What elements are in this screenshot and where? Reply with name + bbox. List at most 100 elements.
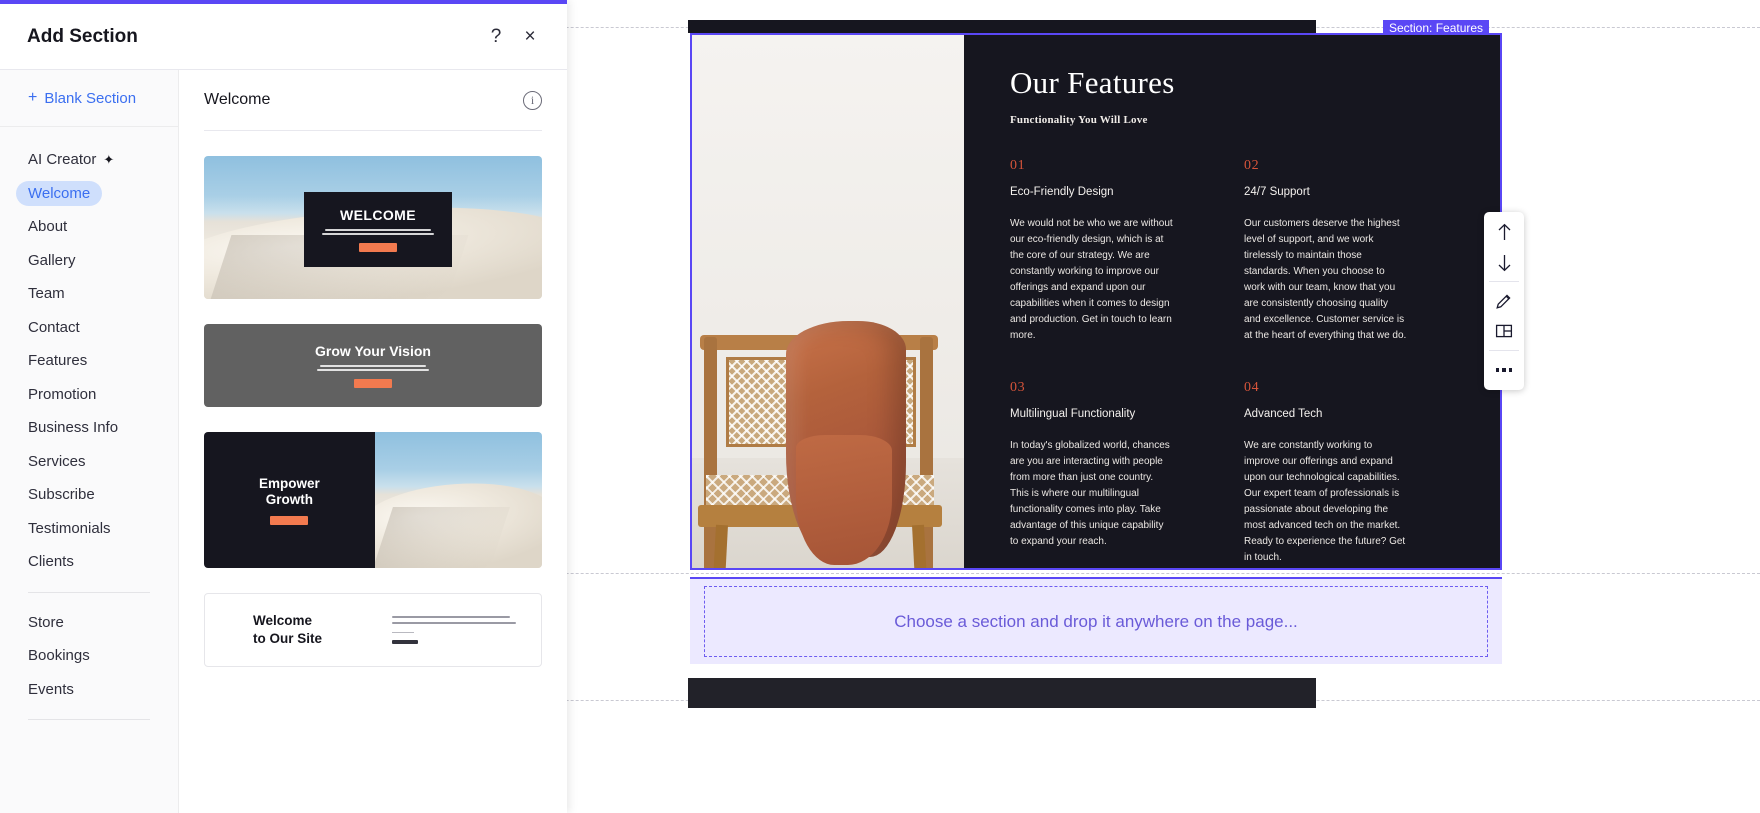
template-overlay-card: Welcome to Our Site (205, 594, 541, 666)
panel-sidebar: + Blank Section AI Creator ✦ Welcome Abo… (0, 70, 179, 813)
template-category-title: Welcome (204, 91, 523, 109)
template-body-placeholder (322, 229, 434, 236)
sidebar-item-label: Clients (28, 553, 74, 570)
feature-item: 04 Advanced Tech We are constantly worki… (1244, 380, 1454, 566)
sidebar-item-label: AI Creator (28, 151, 96, 168)
feature-body: In today's globalized world, chances are… (1010, 438, 1173, 550)
sidebar-item-label: Team (28, 285, 65, 302)
template-cta-button (392, 640, 418, 644)
list-item[interactable]: Welcome to Our Site (204, 593, 542, 667)
feature-body: Our customers deserve the highest level … (1244, 216, 1407, 344)
sparkle-icon: ✦ (103, 152, 114, 168)
feature-body: We would not be who we are without our e… (1010, 216, 1173, 344)
add-section-panel: Add Section ? × + Blank Section AI Creat… (0, 0, 567, 813)
template-heading-line1: Welcome (253, 613, 312, 628)
layout-icon[interactable] (1485, 316, 1523, 346)
app-root: Section: Features Our Features Functiona… (0, 0, 1760, 813)
template-body-placeholder (392, 616, 516, 645)
help-icon[interactable]: ? (479, 20, 513, 54)
sidebar-item-label: Gallery (28, 252, 76, 269)
feature-body: We are constantly working to improve our… (1244, 438, 1407, 566)
sidebar-item-label: Events (28, 681, 74, 698)
site-header-bar (688, 20, 1316, 33)
list-item[interactable]: Empower Growth (204, 432, 542, 568)
dune-shadow (375, 507, 510, 568)
sidebar-divider (28, 592, 150, 593)
list-item[interactable]: Grow Your Vision (204, 324, 542, 407)
sidebar-item-label: Business Info (28, 419, 118, 436)
sidebar-item-about[interactable]: About (0, 210, 178, 244)
template-cta-button (270, 516, 308, 525)
features-section[interactable]: Our Features Functionality You Will Love… (690, 33, 1502, 570)
sidebar-list: AI Creator ✦ Welcome About Gallery Team (0, 127, 178, 813)
sidebar-item-promotion[interactable]: Promotion (0, 378, 178, 412)
sidebar-item-label: Bookings (28, 647, 90, 664)
sidebar-item-events[interactable]: Events (0, 673, 178, 707)
sidebar-item-label: Services (28, 453, 86, 470)
template-list: Welcome i WELCOME (179, 70, 567, 813)
feature-number: 02 (1244, 158, 1454, 174)
dune-photo (375, 432, 542, 568)
info-icon[interactable]: i (523, 91, 542, 110)
blank-section-button[interactable]: + Blank Section (0, 70, 178, 127)
site-footer-bar (688, 678, 1316, 708)
template-heading-line2: Growth (266, 492, 313, 507)
template-body-placeholder (317, 365, 429, 372)
dropzone-label: Choose a section and drop it anywhere on… (894, 612, 1298, 632)
sidebar-item-gallery[interactable]: Gallery (0, 244, 178, 278)
sidebar-item-label: Subscribe (28, 486, 95, 503)
blank-section-label: Blank Section (44, 90, 136, 107)
sidebar-item-features[interactable]: Features (0, 344, 178, 378)
panel-title: Add Section (27, 26, 479, 48)
template-heading-line2: to Our Site (253, 631, 322, 646)
sidebar-item-welcome[interactable]: Welcome (0, 177, 178, 211)
feature-heading: Advanced Tech (1244, 408, 1454, 420)
panel-header: Add Section ? × (0, 4, 567, 70)
feature-item: 02 24/7 Support Our customers deserve th… (1244, 158, 1454, 344)
list-item[interactable]: WELCOME (204, 156, 542, 299)
sidebar-item-ai-creator[interactable]: AI Creator ✦ (0, 143, 178, 177)
sidebar-item-label: Store (28, 614, 64, 631)
feature-heading: Eco-Friendly Design (1010, 186, 1220, 198)
feature-number: 03 (1010, 380, 1220, 396)
feature-item: 03 Multilingual Functionality In today's… (1010, 380, 1220, 566)
feature-heading: 24/7 Support (1244, 186, 1454, 198)
toolbar-divider (1489, 350, 1519, 351)
feature-grid: 01 Eco-Friendly Design We would not be w… (1010, 158, 1454, 566)
edit-pencil-icon[interactable] (1485, 286, 1523, 316)
sidebar-item-label: Testimonials (28, 520, 111, 537)
sidebar-item-label: Contact (28, 319, 80, 336)
page-title: Our Features (1010, 65, 1454, 101)
sidebar-item-team[interactable]: Team (0, 277, 178, 311)
section-floating-toolbar (1484, 212, 1524, 390)
sidebar-item-subscribe[interactable]: Subscribe (0, 478, 178, 512)
sidebar-item-services[interactable]: Services (0, 445, 178, 479)
sidebar-item-label: About (28, 218, 67, 235)
feature-item: 01 Eco-Friendly Design We would not be w… (1010, 158, 1220, 344)
sidebar-divider (28, 719, 150, 720)
feature-number: 04 (1244, 380, 1454, 396)
section-dropzone[interactable]: Choose a section and drop it anywhere on… (690, 577, 1502, 664)
page-subtitle: Functionality You Will Love (1010, 114, 1454, 126)
sidebar-item-label: Welcome (16, 181, 102, 206)
feature-heading: Multilingual Functionality (1010, 408, 1220, 420)
move-down-icon[interactable] (1485, 247, 1523, 277)
template-overlay-card: WELCOME (304, 192, 452, 267)
template-heading: Empower Growth (259, 476, 320, 508)
template-heading: Welcome to Our Site (253, 612, 322, 648)
close-icon[interactable]: × (513, 20, 547, 54)
sidebar-item-testimonials[interactable]: Testimonials (0, 512, 178, 546)
sidebar-item-business-info[interactable]: Business Info (0, 411, 178, 445)
sidebar-item-bookings[interactable]: Bookings (0, 639, 178, 673)
template-overlay-card: Empower Growth (204, 432, 375, 568)
sidebar-item-clients[interactable]: Clients (0, 545, 178, 579)
panel-body: + Blank Section AI Creator ✦ Welcome Abo… (0, 70, 567, 813)
template-heading: Grow Your Vision (315, 343, 431, 359)
sidebar-item-contact[interactable]: Contact (0, 311, 178, 345)
move-up-icon[interactable] (1485, 217, 1523, 247)
more-options-icon[interactable] (1485, 355, 1523, 385)
template-cta-button (359, 243, 397, 252)
template-heading-line1: Empower (259, 476, 320, 491)
sidebar-item-store[interactable]: Store (0, 606, 178, 640)
template-heading: WELCOME (340, 207, 416, 223)
